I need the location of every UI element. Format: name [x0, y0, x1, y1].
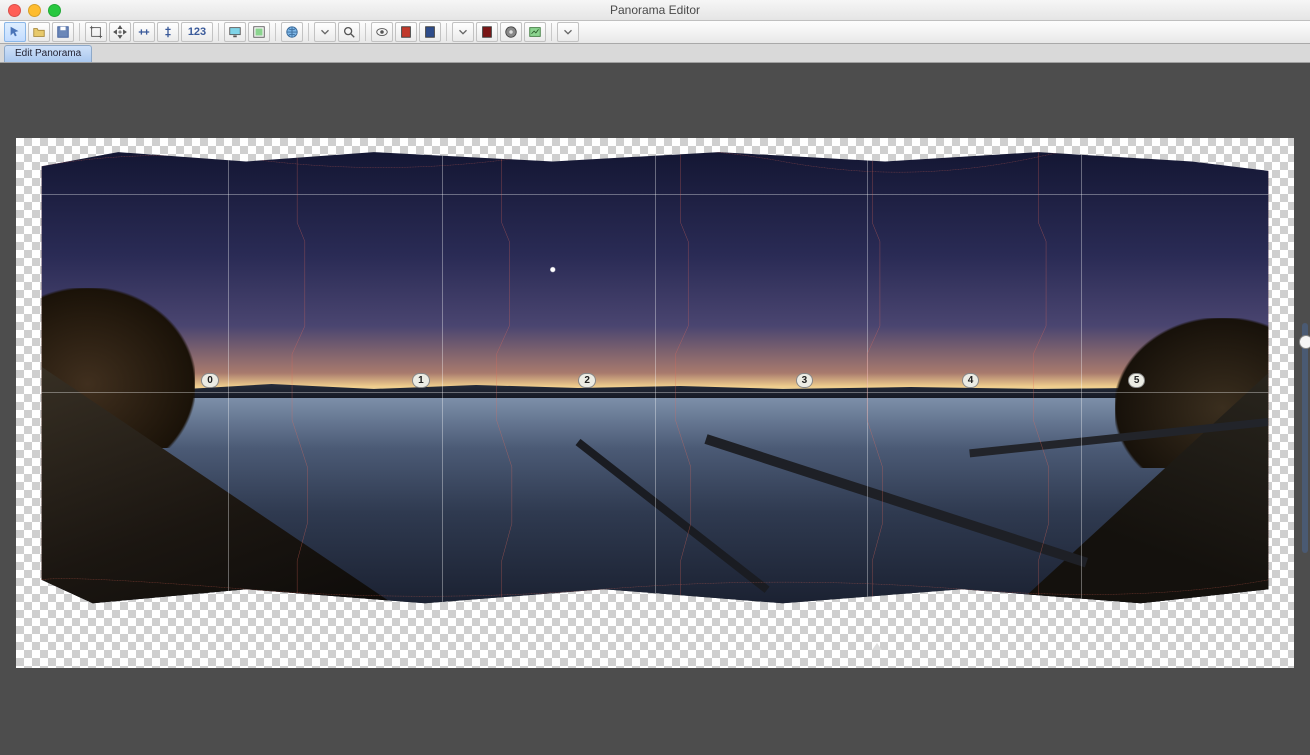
tab-edit-panorama[interactable]: Edit Panorama: [4, 45, 92, 62]
frame-badge-0[interactable]: 0: [201, 373, 219, 388]
slider-knob[interactable]: [1299, 335, 1310, 349]
visibility-toggle[interactable]: [371, 22, 393, 42]
window-title: Panorama Editor: [0, 0, 1310, 20]
panorama-preview[interactable]: 0 1 2 3 4 5: [16, 138, 1294, 608]
save-button[interactable]: [52, 22, 74, 42]
toolbar-separator: [79, 23, 80, 41]
distribute-h[interactable]: [133, 22, 155, 42]
monitor-button[interactable]: [224, 22, 246, 42]
fullscreen-button[interactable]: [248, 22, 270, 42]
distribute-v[interactable]: [157, 22, 179, 42]
globe-button[interactable]: [281, 22, 303, 42]
window-controls: [8, 4, 61, 17]
close-window-button[interactable]: [8, 4, 21, 17]
frame-badge-3[interactable]: 3: [796, 373, 814, 388]
panorama-canvas[interactable]: 0 1 2 3 4 5: [16, 138, 1294, 668]
mask-darkred[interactable]: [476, 22, 498, 42]
toolbar-separator: [275, 23, 276, 41]
open-button[interactable]: [28, 22, 50, 42]
minimize-window-button[interactable]: [28, 4, 41, 17]
mask-red[interactable]: [395, 22, 417, 42]
toolbar-separator: [365, 23, 366, 41]
zoom-tool[interactable]: [338, 22, 360, 42]
titlebar: Panorama Editor: [0, 0, 1310, 21]
toolbar-separator: [218, 23, 219, 41]
frame-badge-2[interactable]: 2: [578, 373, 596, 388]
dropdown-1[interactable]: [314, 22, 336, 42]
workspace: 0 1 2 3 4 5: [0, 63, 1310, 755]
frame-badge-4[interactable]: 4: [962, 373, 980, 388]
move-tool[interactable]: [109, 22, 131, 42]
tab-strip: Edit Panorama: [0, 44, 1310, 63]
output-button[interactable]: [524, 22, 546, 42]
frame-badge-1[interactable]: 1: [412, 373, 430, 388]
render-button[interactable]: [500, 22, 522, 42]
center-marker-icon: [872, 643, 882, 650]
toolbar-separator: [446, 23, 447, 41]
frame-badge-5[interactable]: 5: [1128, 373, 1146, 388]
crop-tool[interactable]: [85, 22, 107, 42]
grid-line-horizontal: [16, 194, 1294, 195]
numbers-toggle[interactable]: 123: [181, 22, 213, 42]
toolbar-separator: [551, 23, 552, 41]
maximize-window-button[interactable]: [48, 4, 61, 17]
exposure-slider[interactable]: [1302, 323, 1308, 553]
mask-blue[interactable]: [419, 22, 441, 42]
toolbar-separator: [308, 23, 309, 41]
dropdown-3[interactable]: [557, 22, 579, 42]
dropdown-2[interactable]: [452, 22, 474, 42]
select-tool[interactable]: [4, 22, 26, 42]
main-toolbar: 123: [0, 21, 1310, 44]
